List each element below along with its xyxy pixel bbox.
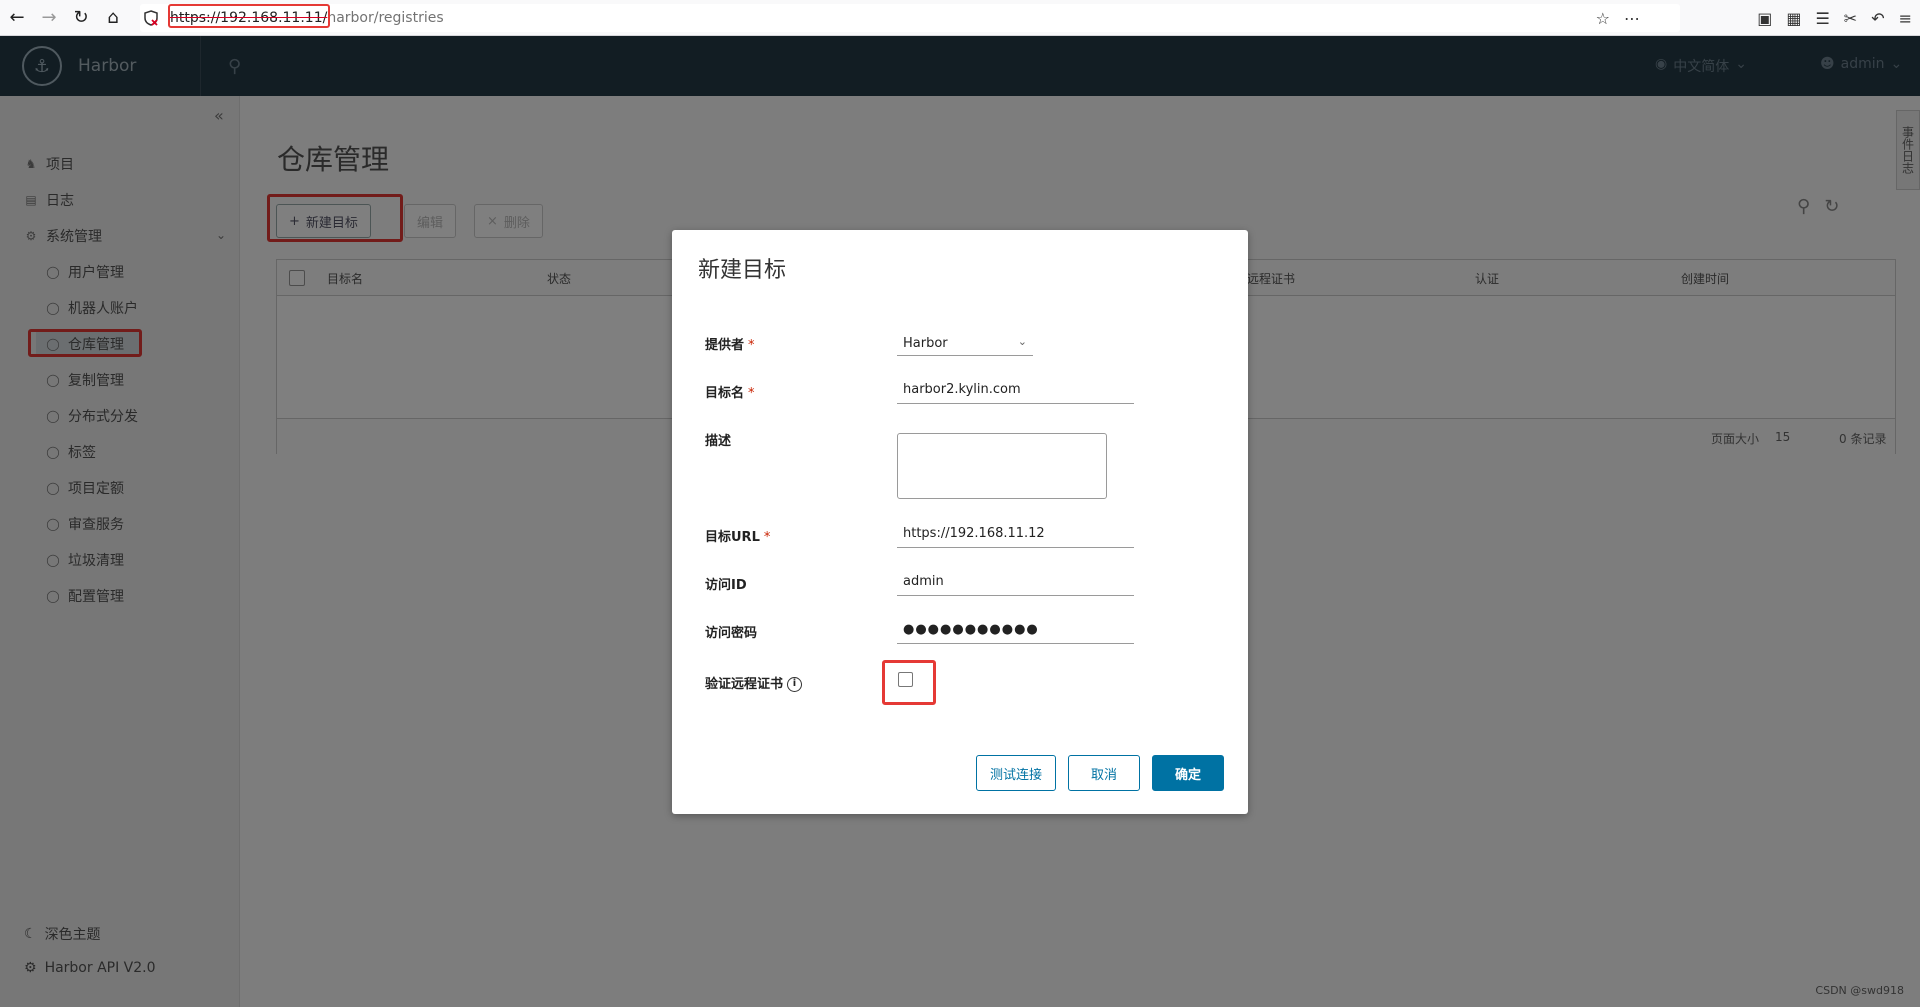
access-id-label: 访问ID [705, 578, 747, 593]
name-label-text: 目标名 [705, 386, 745, 401]
insecure-shield-icon[interactable] [140, 10, 162, 26]
chevron-down-icon: ⌄ [1017, 335, 1027, 348]
apps-icon[interactable]: ▦ [1786, 9, 1801, 28]
url-highlight-box [168, 4, 330, 28]
url-input[interactable] [897, 520, 1134, 548]
bookmark-star-icon[interactable]: ☆ [1596, 9, 1610, 28]
screenshot-icon[interactable]: ✂ [1844, 9, 1857, 28]
forward-icon[interactable]: → [34, 3, 64, 33]
verify-cert-label: 验证远程证书 i [705, 673, 803, 692]
required-mark: * [748, 386, 755, 401]
test-connection-button[interactable]: 测试连接 [976, 755, 1056, 791]
back-icon[interactable]: ← [2, 3, 32, 33]
required-mark: * [763, 530, 771, 545]
new-target-dialog: 新建目标 提供者* Harbor⌄ 目标名* 描述 目标URL* 访问ID 访问… [672, 230, 1248, 814]
url-label: 目标URL * [705, 526, 770, 545]
access-secret-label: 访问密码 [705, 626, 758, 641]
provider-select[interactable]: Harbor ⌄ [897, 332, 1033, 356]
watermark: CSDN @swd918 [1815, 984, 1904, 997]
info-icon[interactable]: i [787, 677, 803, 692]
provider-label: 提供者 * [705, 334, 755, 353]
more-icon[interactable]: ⋯ [1624, 9, 1640, 28]
name-label: 目标名 * [705, 382, 755, 401]
browser-toolbar: ← → ↻ ⌂ https://192.168.11.11/harbor/reg… [0, 0, 1920, 36]
name-input[interactable] [897, 376, 1134, 404]
reading-list-icon[interactable]: ☰ [1815, 9, 1829, 28]
url-path: harbor/registries [327, 10, 444, 26]
checkbox-highlight-box [882, 660, 936, 705]
cancel-button[interactable]: 取消 [1068, 755, 1140, 791]
url-label-text: 目标URL [705, 530, 760, 545]
ok-button[interactable]: 确定 [1152, 755, 1224, 791]
provider-label-text: 提供者 [705, 338, 745, 353]
required-mark: * [748, 338, 755, 353]
menu-icon[interactable]: ≡ [1899, 9, 1912, 28]
description-textarea[interactable] [897, 433, 1107, 499]
undo-icon[interactable]: ↶ [1871, 9, 1884, 28]
access-id-input[interactable] [897, 568, 1134, 596]
pocket-icon[interactable]: ▣ [1757, 9, 1772, 28]
home-icon[interactable]: ⌂ [98, 3, 128, 33]
access-secret-input[interactable] [897, 616, 1134, 644]
description-label: 描述 [705, 434, 732, 449]
address-bar[interactable]: https://192.168.11.11/harbor/registries … [140, 4, 1680, 32]
reload-icon[interactable]: ↻ [66, 3, 96, 33]
dialog-title: 新建目标 [698, 258, 787, 283]
verify-cert-label-text: 验证远程证书 [705, 677, 784, 692]
provider-value: Harbor [903, 336, 948, 351]
